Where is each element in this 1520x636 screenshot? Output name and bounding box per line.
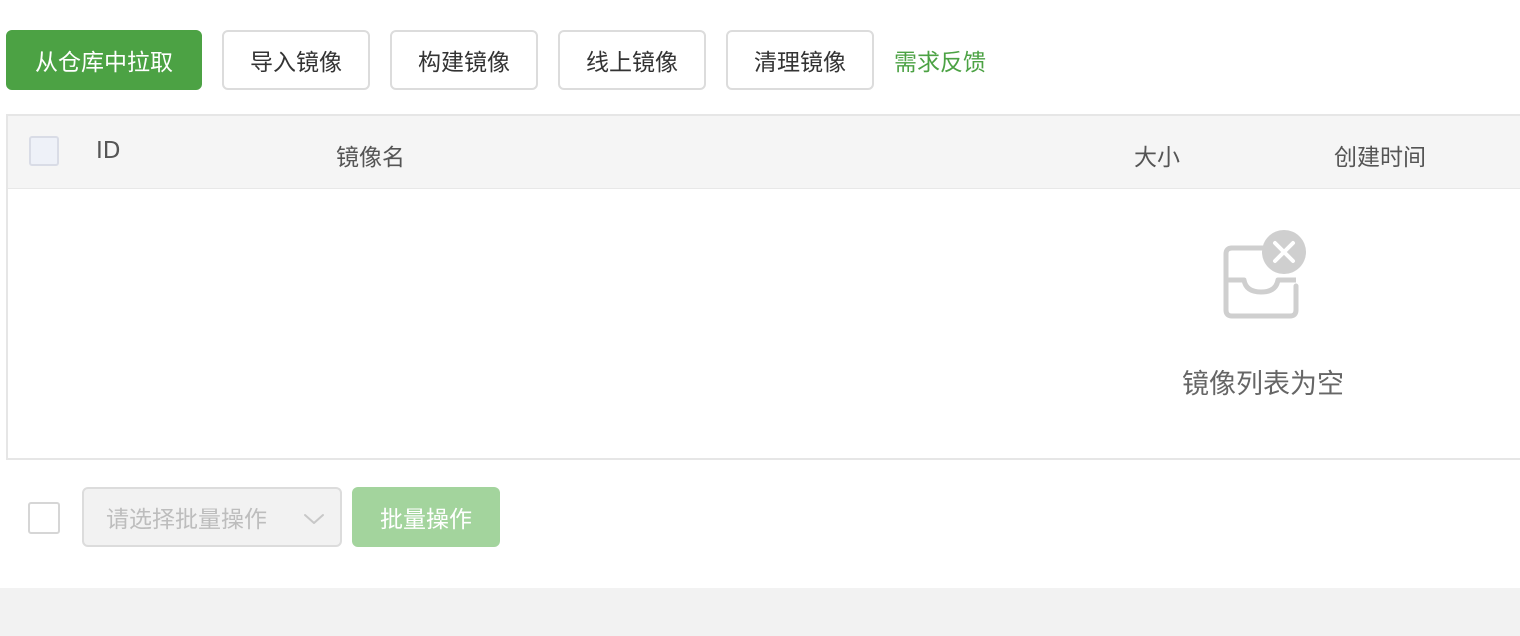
empty-box-icon [1223, 230, 1306, 319]
empty-state: 镜像列表为空 [1168, 230, 1358, 401]
feedback-link[interactable]: 需求反馈 [894, 43, 986, 77]
image-management-page: 从仓库中拉取 导入镜像 构建镜像 线上镜像 清理镜像 需求反馈 ID 镜像名 大… [0, 0, 1520, 636]
import-image-button[interactable]: 导入镜像 [222, 30, 370, 90]
chevron-down-icon [304, 514, 324, 524]
image-table: ID 镜像名 大小 创建时间 镜像列表为空 [6, 114, 1520, 460]
clean-image-button[interactable]: 清理镜像 [726, 30, 874, 90]
toolbar: 从仓库中拉取 导入镜像 构建镜像 线上镜像 清理镜像 需求反馈 [6, 30, 986, 90]
batch-select-all-checkbox[interactable] [28, 502, 60, 534]
main-content: 从仓库中拉取 导入镜像 构建镜像 线上镜像 清理镜像 需求反馈 ID 镜像名 大… [0, 0, 1520, 588]
batch-action-bar: 请选择批量操作 批量操作 [0, 487, 600, 547]
table-header: ID 镜像名 大小 创建时间 [8, 116, 1520, 189]
column-header-created-time[interactable]: 创建时间 [1334, 138, 1426, 172]
footer-band [0, 588, 1520, 636]
batch-operation-select[interactable]: 请选择批量操作 [82, 487, 342, 547]
empty-state-text: 镜像列表为空 [1182, 369, 1344, 400]
select-all-checkbox[interactable] [29, 136, 59, 166]
column-header-id[interactable]: ID [96, 138, 121, 164]
column-header-size[interactable]: 大小 [1134, 138, 1180, 172]
batch-operation-button[interactable]: 批量操作 [352, 487, 500, 547]
build-image-button[interactable]: 构建镜像 [390, 30, 538, 90]
batch-select-placeholder: 请选择批量操作 [106, 507, 267, 533]
column-header-image-name[interactable]: 镜像名 [336, 138, 405, 172]
pull-from-repo-button[interactable]: 从仓库中拉取 [6, 30, 202, 90]
online-image-button[interactable]: 线上镜像 [558, 30, 706, 90]
